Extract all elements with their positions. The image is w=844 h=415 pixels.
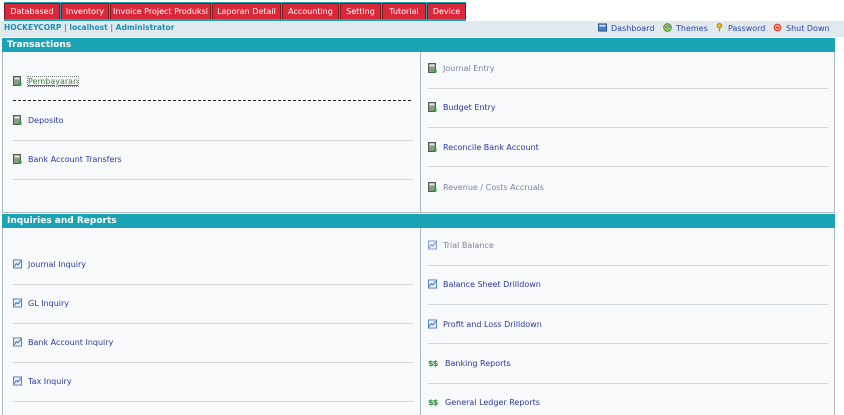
dashboard-link[interactable]: Dashboard (598, 23, 654, 35)
menu-item-label: Trial Balance (443, 241, 494, 250)
key-icon (716, 23, 723, 32)
focus-dashed-line (13, 100, 411, 101)
info-bar: HOCKEYCORP | localhost | Administrator D… (0, 21, 844, 37)
row-separator (428, 166, 828, 167)
tab-accounting[interactable]: Accounting (282, 3, 339, 19)
menu-item-label: Deposito (28, 116, 64, 125)
menu-item-label: Bank Account Transfers (28, 155, 122, 164)
transactions-header: Transactions (2, 38, 835, 52)
tab-device[interactable]: Device (427, 3, 466, 19)
menu-item-balance-sheet-drilldown[interactable]: Balance Sheet Drilldown (428, 278, 541, 292)
menu-item-tax-inquiry[interactable]: Tax Inquiry (13, 375, 72, 389)
menu-item-banking-reports[interactable]: $ $ Banking Reports (428, 357, 511, 371)
menu-item-label: Balance Sheet Drilldown (443, 280, 541, 289)
tab-inventory[interactable]: Inventory (61, 3, 109, 19)
power-icon (773, 23, 782, 32)
chart-icon (428, 319, 437, 329)
money-icon: $ $ (428, 397, 439, 407)
themes-link[interactable]: Themes (663, 23, 708, 35)
chart-icon (13, 259, 22, 269)
tab-laporan-detail[interactable]: Laporan Detail (212, 3, 281, 19)
row-separator (13, 179, 413, 180)
menu-item-label: Budget Entry (443, 103, 496, 112)
menu-item-general-ledger-reports[interactable]: $ $ General Ledger Reports (428, 396, 540, 410)
chart-icon (13, 298, 22, 308)
menu-item-bank-account-inquiry[interactable]: Bank Account Inquiry (13, 336, 113, 350)
chart-icon (428, 279, 437, 289)
calculator-icon (13, 76, 22, 86)
shutdown-label: Shut Down (786, 24, 830, 33)
calculator-icon (13, 115, 22, 125)
tab-invoice-project-produksi[interactable]: Invoice Project Produksi (110, 3, 211, 19)
menu-item-label: GL Inquiry (28, 299, 70, 308)
password-label: Password (728, 24, 766, 33)
row-separator (428, 127, 828, 128)
menu-item-budget-entry[interactable]: Budget Entry (428, 101, 496, 115)
row-separator (428, 265, 828, 266)
row-separator (428, 383, 828, 384)
svg-text:$: $ (433, 358, 439, 368)
password-link[interactable]: Password (715, 23, 765, 35)
menu-item-label: Pembayaran (28, 77, 79, 86)
calculator-icon (428, 142, 437, 152)
menu-item-reconcile-bank-account[interactable]: Reconcile Bank Account (428, 141, 539, 155)
transactions-divider (420, 52, 421, 213)
menu-item-label: Revenue / Costs Accruals (443, 183, 544, 192)
calculator-icon (428, 182, 437, 192)
inquiries-panel (2, 228, 835, 415)
menu-item-bank-account-transfers[interactable]: Bank Account Transfers (13, 153, 122, 167)
svg-text:$: $ (433, 397, 439, 407)
chart-icon (13, 376, 22, 386)
palette-icon (663, 23, 672, 32)
row-separator (13, 284, 413, 285)
inquiries-divider (420, 228, 421, 415)
row-separator (13, 401, 413, 402)
main-menu-bar: Databased Inventory Invoice Project Prod… (0, 0, 844, 21)
dashboard-icon (598, 23, 607, 32)
menu-item-journal-inquiry[interactable]: Journal Inquiry (13, 258, 86, 272)
menu-item-deposito[interactable]: Deposito (13, 114, 63, 128)
row-separator (13, 362, 413, 363)
menu-item-label: Journal Inquiry (28, 260, 87, 269)
calculator-icon (13, 154, 22, 164)
tab-databased[interactable]: Databased (4, 3, 60, 19)
money-icon: $ $ (428, 358, 439, 368)
tab-setting[interactable]: Setting (340, 3, 381, 19)
menu-item-label: Journal Entry (443, 64, 495, 73)
calculator-icon (428, 102, 437, 112)
dashboard-label: Dashboard (611, 24, 655, 33)
menu-item-pembayaran[interactable]: Pembayaran (13, 75, 80, 89)
tab-tutorial[interactable]: Tutorial (382, 3, 426, 19)
row-separator (13, 323, 413, 324)
chart-icon (13, 337, 22, 347)
transactions-panel (2, 52, 835, 213)
menu-item-label: Tax Inquiry (28, 377, 72, 386)
row-separator (428, 304, 828, 305)
menu-item-label: Profit and Loss Drilldown (443, 320, 542, 329)
menu-item-revenue-costs-accruals[interactable]: Revenue / Costs Accruals (428, 181, 544, 195)
menu-item-gl-inquiry[interactable]: GL Inquiry (13, 297, 69, 311)
themes-label: Themes (676, 24, 708, 33)
company-info: HOCKEYCORP | localhost | Administrator (4, 23, 175, 32)
menu-item-label: Banking Reports (445, 359, 511, 368)
calculator-icon (428, 63, 437, 73)
row-separator (428, 343, 828, 344)
row-separator (13, 140, 413, 141)
menu-item-profit-and-loss-drilldown[interactable]: Profit and Loss Drilldown (428, 318, 542, 332)
menu-item-label: Reconcile Bank Account (443, 143, 539, 152)
menu-item-journal-entry[interactable]: Journal Entry (428, 62, 495, 76)
menu-item-label: General Ledger Reports (445, 398, 540, 407)
menu-item-trial-balance[interactable]: Trial Balance (428, 239, 494, 253)
inquiries-header: Inquiries and Reports (2, 214, 835, 228)
shutdown-link[interactable]: Shut Down (773, 23, 830, 35)
row-separator (428, 88, 828, 89)
menu-item-label: Bank Account Inquiry (28, 338, 114, 347)
chart-icon (428, 240, 437, 250)
